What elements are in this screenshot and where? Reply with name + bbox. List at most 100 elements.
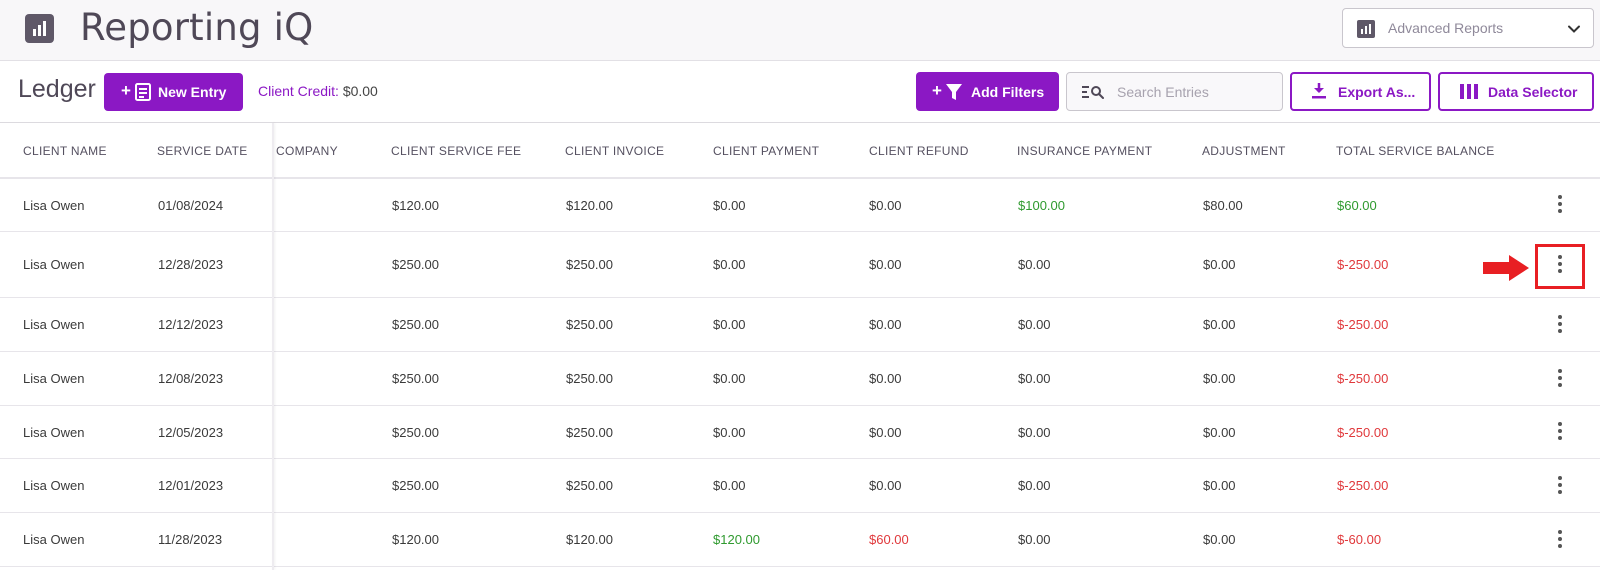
client-credit: Client Credit: $0.00 [258, 83, 378, 99]
cell-adjustment: $0.00 [1203, 532, 1236, 547]
row-actions-more-vertical-icon[interactable] [1553, 476, 1567, 496]
cell-insurance-payment: $0.00 [1018, 257, 1051, 272]
report-type-select[interactable]: Advanced Reports [1342, 8, 1594, 48]
data-selector-button[interactable]: Data Selector [1438, 72, 1594, 111]
cell-service-date: 12/08/2023 [158, 371, 224, 386]
cell-total-service-balance: $-250.00 [1337, 371, 1389, 386]
search-list-icon [1082, 86, 1104, 99]
table-row[interactable]: Lisa Owen 12/05/2023 $250.00 $250.00 $0.… [0, 406, 1600, 459]
table-row[interactable]: Lisa Owen 12/01/2023 $250.00 $250.00 $0.… [0, 459, 1600, 513]
table-header: CLIENT NAME SERVICE DATE COMPANY CLIENT … [0, 123, 1600, 179]
cell-insurance-payment: $0.00 [1018, 478, 1051, 493]
cell-adjustment: $0.00 [1203, 257, 1236, 272]
cell-total-service-balance: $-250.00 [1337, 257, 1389, 272]
cell-client-refund: $0.00 [869, 478, 902, 493]
cell-adjustment: $80.00 [1203, 198, 1243, 213]
row-actions-more-vertical-icon[interactable] [1553, 195, 1567, 215]
cell-adjustment: $0.00 [1203, 317, 1236, 332]
document-icon [135, 83, 151, 101]
cell-total-service-balance: $-60.00 [1337, 532, 1382, 547]
cell-client-payment: $120.00 [713, 532, 760, 547]
column-header-service-date[interactable]: SERVICE DATE [157, 144, 248, 158]
data-selector-label: Data Selector [1488, 84, 1578, 100]
plus-icon: + [121, 81, 131, 100]
annotation-highlight-box [1535, 244, 1585, 289]
search-input[interactable] [1117, 82, 1277, 102]
search-entries[interactable] [1066, 72, 1283, 111]
new-entry-button[interactable]: + New Entry [104, 73, 243, 111]
cell-insurance-payment: $0.00 [1018, 425, 1051, 440]
cell-client-refund: $0.00 [869, 317, 902, 332]
cell-total-service-balance: $-250.00 [1337, 478, 1389, 493]
column-header-insurance-payment[interactable]: INSURANCE PAYMENT [1017, 144, 1152, 158]
cell-service-date: 12/28/2023 [158, 257, 224, 272]
column-header-client-refund[interactable]: CLIENT REFUND [869, 144, 969, 158]
cell-client-service-fee: $250.00 [392, 425, 439, 440]
cell-client-invoice: $120.00 [566, 198, 613, 213]
column-header-client-name[interactable]: CLIENT NAME [23, 144, 107, 158]
cell-client-invoice: $250.00 [566, 478, 613, 493]
table-row[interactable]: Lisa Owen 11/28/2023 $120.00 $120.00 $12… [0, 513, 1600, 567]
cell-client-service-fee: $120.00 [392, 198, 439, 213]
cell-adjustment: $0.00 [1203, 478, 1236, 493]
column-header-client-invoice[interactable]: CLIENT INVOICE [565, 144, 664, 158]
cell-client-refund: $0.00 [869, 371, 902, 386]
cell-service-date: 12/12/2023 [158, 317, 224, 332]
table-row[interactable]: Lisa Owen 01/08/2024 $120.00 $120.00 $0.… [0, 179, 1600, 232]
cell-client-name: Lisa Owen [23, 198, 85, 213]
cell-client-payment: $0.00 [713, 198, 746, 213]
row-actions-more-vertical-icon[interactable] [1553, 315, 1567, 335]
column-header-company[interactable]: COMPANY [276, 144, 338, 158]
add-filters-button[interactable]: + Add Filters [916, 72, 1059, 111]
cell-insurance-payment: $0.00 [1018, 371, 1051, 386]
table-row[interactable]: Lisa Owen 12/12/2023 $250.00 $250.00 $0.… [0, 298, 1600, 352]
table-row[interactable]: Lisa Owen 12/08/2023 $250.00 $250.00 $0.… [0, 352, 1600, 406]
cell-total-service-balance: $60.00 [1337, 198, 1377, 213]
cell-total-service-balance: $-250.00 [1337, 317, 1389, 332]
cell-client-payment: $0.00 [713, 478, 746, 493]
cell-client-payment: $0.00 [713, 317, 746, 332]
cell-client-payment: $0.00 [713, 371, 746, 386]
row-actions-more-vertical-icon[interactable] [1553, 422, 1567, 442]
cell-service-date: 11/28/2023 [158, 532, 223, 547]
cell-client-refund: $60.00 [869, 532, 909, 547]
cell-service-date: 12/05/2023 [158, 425, 224, 440]
cell-client-service-fee: $250.00 [392, 257, 439, 272]
cell-service-date: 12/01/2023 [158, 478, 224, 493]
cell-client-refund: $0.00 [869, 198, 902, 213]
cell-service-date: 01/08/2024 [158, 198, 224, 213]
new-entry-label: New Entry [158, 84, 227, 100]
app-title: Reporting iQ [80, 6, 314, 49]
cell-client-name: Lisa Owen [23, 371, 85, 386]
column-header-client-service-fee[interactable]: CLIENT SERVICE FEE [391, 144, 521, 158]
row-actions-more-vertical-icon[interactable] [1553, 530, 1567, 550]
cell-insurance-payment: $100.00 [1018, 198, 1065, 213]
cell-client-refund: $0.00 [869, 257, 902, 272]
export-as-button[interactable]: Export As... [1290, 72, 1431, 111]
cell-client-payment: $0.00 [713, 257, 746, 272]
cell-client-service-fee: $250.00 [392, 317, 439, 332]
cell-client-invoice: $250.00 [566, 257, 613, 272]
report-type-value: Advanced Reports [1388, 20, 1504, 36]
table-row[interactable]: Lisa Owen 12/28/2023 $250.00 $250.00 $0.… [0, 232, 1600, 298]
cell-insurance-payment: $0.00 [1018, 532, 1051, 547]
column-header-adjustment[interactable]: ADJUSTMENT [1202, 144, 1286, 158]
bar-chart-icon [1357, 20, 1375, 38]
frozen-column-divider [272, 123, 274, 570]
download-icon [1312, 83, 1326, 99]
cell-client-service-fee: $250.00 [392, 371, 439, 386]
column-header-total-service-balance[interactable]: TOTAL SERVICE BALANCE [1336, 144, 1495, 158]
app-header: Reporting iQ Advanced Reports [0, 0, 1600, 61]
ledger-toolbar: Ledger + New Entry Client Credit: $0.00 … [0, 61, 1600, 123]
cell-total-service-balance: $-250.00 [1337, 425, 1389, 440]
row-actions-more-vertical-icon[interactable] [1553, 369, 1567, 389]
cell-adjustment: $0.00 [1203, 425, 1236, 440]
cell-client-invoice: $250.00 [566, 317, 613, 332]
page-title: Ledger [18, 75, 96, 103]
plus-icon: + [932, 81, 942, 100]
client-credit-label: Client Credit: [258, 83, 339, 99]
cell-client-service-fee: $250.00 [392, 478, 439, 493]
cell-client-name: Lisa Owen [23, 478, 85, 493]
column-header-client-payment[interactable]: CLIENT PAYMENT [713, 144, 819, 158]
chevron-down-icon [1568, 25, 1580, 33]
